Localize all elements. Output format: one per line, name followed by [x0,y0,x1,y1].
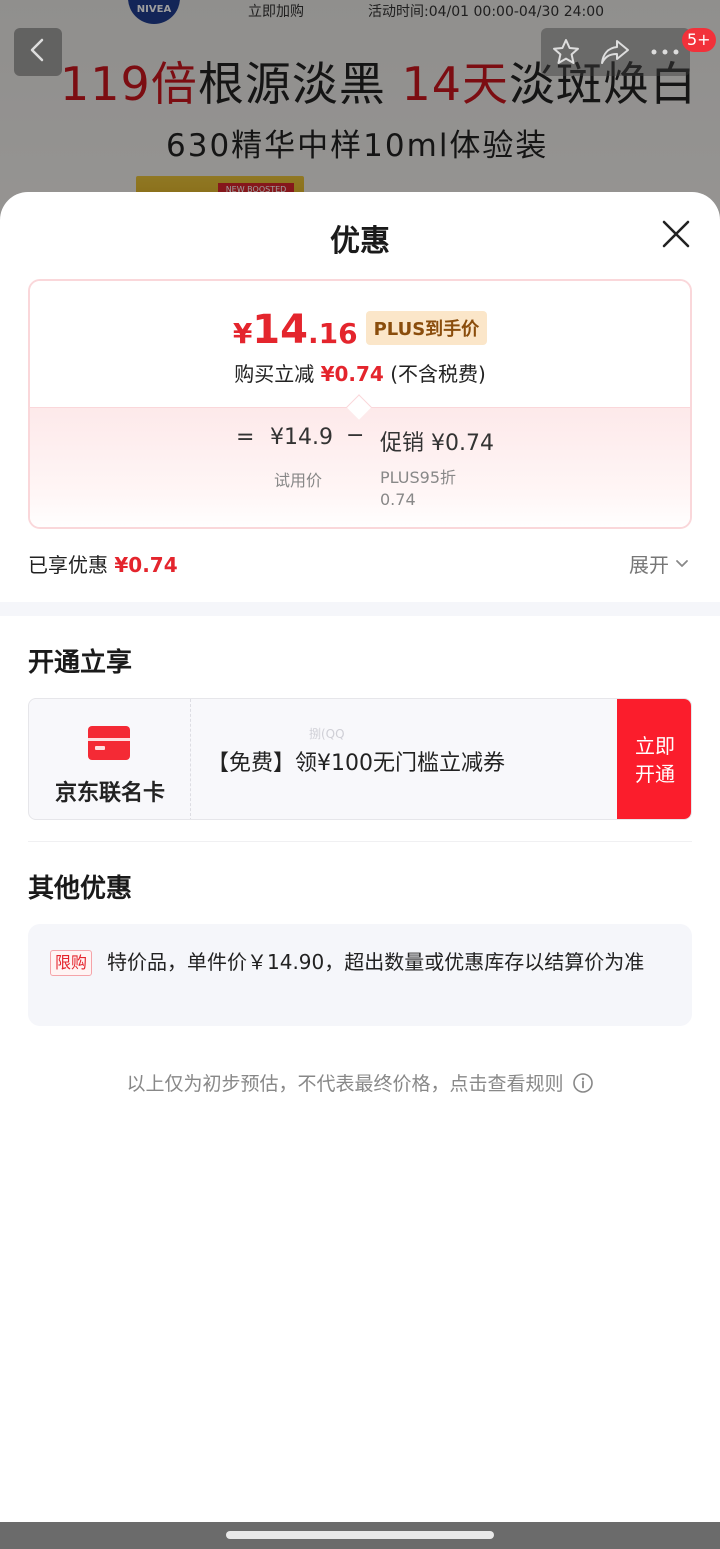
back-arrow-icon [27,37,49,67]
enjoyed-discount: 已享优惠 ¥0.74 [28,553,178,577]
card-name: 京东联名卡 [54,781,165,806]
expand-button[interactable]: 展开 [629,549,689,578]
system-nav-bar [0,1522,720,1549]
equals-sign: = [236,425,255,450]
other-section-title: 其他优惠 [28,874,133,904]
chevron-down-icon [675,559,689,569]
offer-text: 【免费】领¥100无门槛立减券 [207,751,505,776]
other-offer-card: 限购 特价品，单件价￥14.90，超出数量或优惠库存以结算价为准 [28,924,692,1026]
star-icon[interactable] [546,32,586,72]
top-action-group [541,28,690,76]
home-indicator[interactable] [226,1531,494,1539]
info-icon[interactable] [572,1072,594,1094]
base-price: ¥14.9 [270,425,333,450]
more-icon[interactable] [645,32,685,72]
open-section-title: 开通立享 [28,648,133,678]
rules-disclaimer[interactable]: 以上仅为初步预估，不代表最终价格，点击查看规则 [0,1069,720,1096]
close-button[interactable] [656,216,696,256]
cobrand-card-offer[interactable]: 京东联名卡 捌(QQ 【免费】领¥100无门槛立减券 立即开通 [28,698,692,820]
cart-count-badge: 5+ [682,28,716,52]
promo-label: PLUS95折 0.74 [380,468,456,509]
credit-card-icon [88,726,130,760]
section-divider [0,602,720,616]
base-price-label: 试用价 [274,471,323,490]
other-offer-text: 特价品，单件价￥14.90，超出数量或优惠库存以结算价为准 [107,950,645,974]
minus-sign: − [346,423,365,448]
limit-tag: 限购 [50,950,93,976]
promo-amount: 促销 ¥0.74 [380,431,494,456]
instant-reduction: 购买立减 ¥0.74 (不含税费) [234,362,486,386]
divider [28,841,692,842]
price-card: ¥14.16 PLUS到手价 购买立减 ¥0.74 (不含税费) = ¥14.9… [28,279,692,529]
plus-price-tag: PLUS到手价 [365,311,488,345]
discount-sheet: 优惠 ¥14.16 PLUS到手价 购买立减 ¥0.74 (不含税费) = ¥1… [0,192,720,1522]
open-now-button[interactable]: 立即开通 [617,699,691,819]
sheet-title: 优惠 [330,224,390,259]
close-icon [661,219,691,253]
back-button[interactable] [14,28,62,76]
share-icon[interactable] [595,32,635,72]
final-price: ¥14.16 [232,307,358,353]
watermark-text: 捌(QQ [309,727,345,741]
